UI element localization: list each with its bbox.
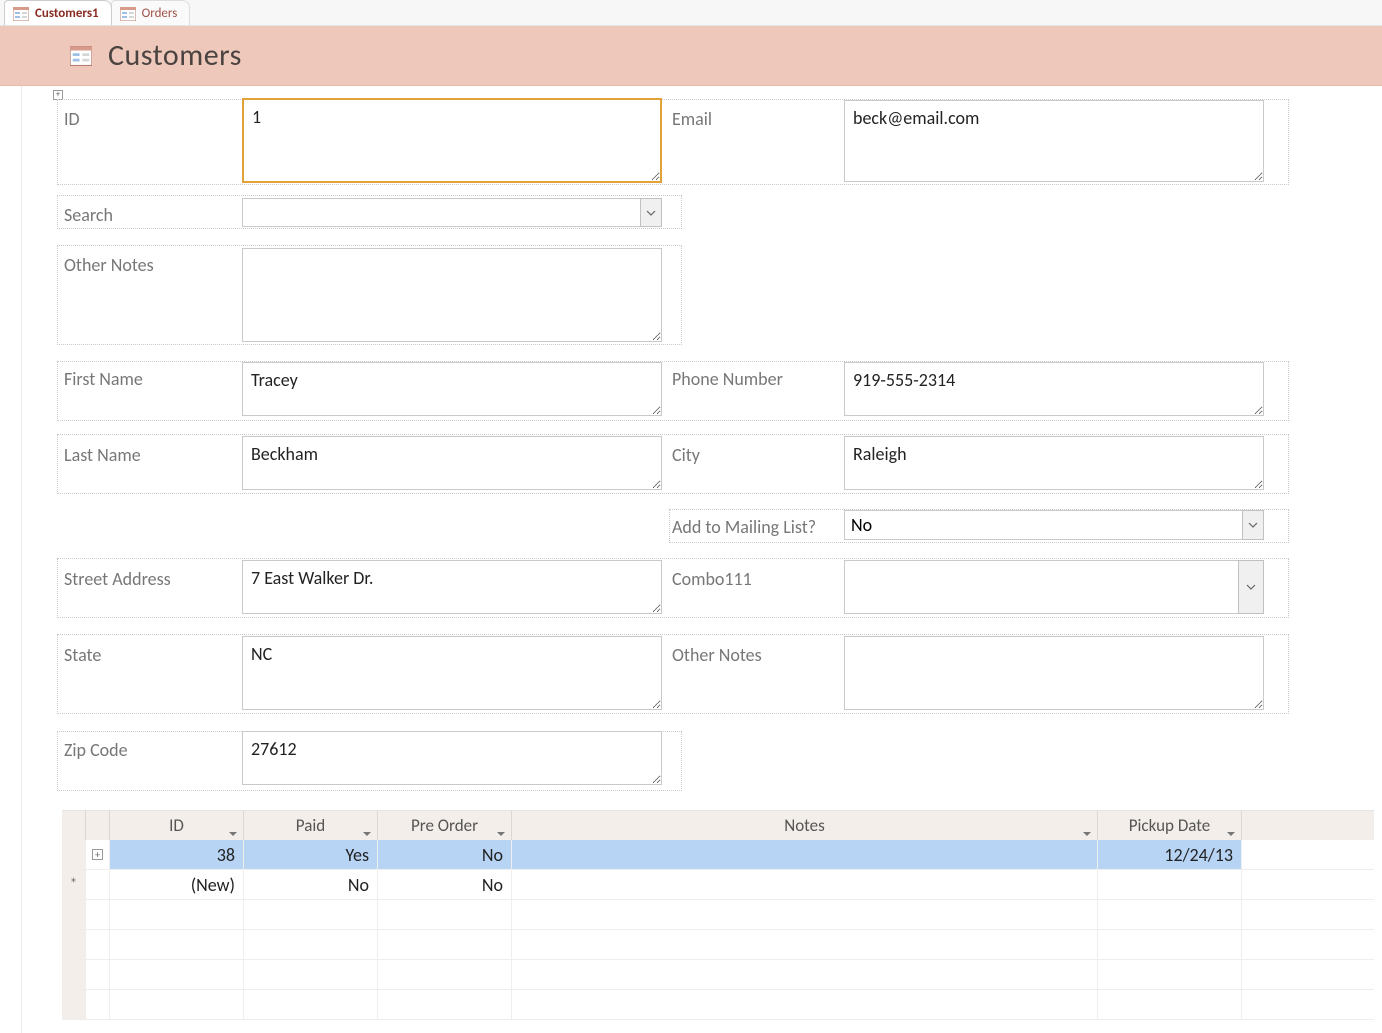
chevron-down-icon[interactable]: [363, 822, 371, 830]
chevron-down-icon[interactable]: [497, 822, 505, 830]
first-name-field[interactable]: [242, 362, 662, 416]
form-icon: [70, 46, 92, 66]
label-other-notes-1: Other Notes: [64, 254, 154, 276]
phone-field[interactable]: [844, 362, 1264, 416]
orders-subform: ID Paid Pre Order Notes Pickup Date + 38…: [62, 810, 1374, 1020]
tab-label: Customers1: [35, 6, 99, 21]
page-title: Customers: [108, 37, 242, 74]
select-all-cell[interactable]: [62, 811, 86, 840]
tab-orders[interactable]: Orders: [111, 0, 191, 25]
label-state: State: [64, 644, 101, 666]
search-input[interactable]: [242, 198, 640, 227]
mailing-combo[interactable]: [844, 510, 1264, 540]
dropdown-button[interactable]: [1238, 560, 1264, 614]
column-header-id[interactable]: ID: [110, 811, 244, 840]
label-phone: Phone Number: [672, 368, 783, 390]
label-email: Email: [672, 108, 712, 130]
row-selector[interactable]: [62, 840, 86, 869]
label-zip: Zip Code: [64, 739, 128, 761]
cell-paid[interactable]: No: [244, 870, 378, 899]
tab-bar: Customers1 Orders: [0, 0, 1382, 26]
tab-label: Orders: [142, 6, 178, 21]
column-header-pickup-date[interactable]: Pickup Date: [1098, 811, 1242, 840]
city-field[interactable]: [844, 436, 1264, 490]
form-icon: [13, 7, 29, 21]
table-row-empty: [62, 990, 1374, 1020]
label-first-name: First Name: [64, 368, 143, 390]
form-icon: [120, 7, 136, 21]
table-row-empty: [62, 960, 1374, 990]
table-row-empty: [62, 930, 1374, 960]
combo111[interactable]: [844, 560, 1264, 614]
chevron-down-icon[interactable]: [1227, 822, 1235, 830]
cell-id[interactable]: (New): [110, 870, 244, 899]
other-notes-field-1[interactable]: [242, 248, 662, 342]
cell-preorder[interactable]: No: [378, 870, 512, 899]
label-other-notes-2: Other Notes: [672, 644, 762, 666]
chevron-down-icon[interactable]: [229, 822, 237, 830]
label-combo111: Combo111: [672, 568, 752, 590]
label-mailing: Add to Mailing List?: [672, 516, 816, 538]
cell-notes[interactable]: [512, 840, 1098, 869]
label-last-name: Last Name: [64, 444, 141, 466]
dropdown-button[interactable]: [640, 198, 662, 227]
datasheet-header: ID Paid Pre Order Notes Pickup Date: [62, 811, 1374, 840]
cell-id[interactable]: 38: [110, 840, 244, 869]
column-header-preorder[interactable]: Pre Order: [378, 811, 512, 840]
cell-paid[interactable]: Yes: [244, 840, 378, 869]
expand-row-icon[interactable]: +: [92, 849, 103, 860]
dropdown-button[interactable]: [1242, 510, 1264, 540]
combo111-input[interactable]: [844, 560, 1238, 614]
expand-toggle[interactable]: +: [53, 90, 63, 100]
cell-pickup-date[interactable]: [1098, 870, 1242, 899]
tab-customers1[interactable]: Customers1: [4, 0, 112, 25]
zip-field[interactable]: [242, 731, 662, 785]
row-selector[interactable]: *: [62, 870, 86, 899]
label-city: City: [672, 444, 700, 466]
label-search: Search: [64, 204, 113, 226]
table-row[interactable]: + 38 Yes No 12/24/13: [62, 840, 1374, 870]
column-header-notes[interactable]: Notes: [512, 811, 1098, 840]
label-street: Street Address: [64, 568, 171, 590]
form-header: Customers: [0, 26, 1382, 86]
column-header-paid[interactable]: Paid: [244, 811, 378, 840]
cell-pickup-date[interactable]: 12/24/13: [1098, 840, 1242, 869]
id-field[interactable]: [242, 98, 662, 183]
label-id: ID: [64, 108, 80, 130]
cell-preorder[interactable]: No: [378, 840, 512, 869]
table-row-new[interactable]: * (New) No No: [62, 870, 1374, 900]
state-field[interactable]: [242, 636, 662, 710]
form-detail: + ID Search Other Notes First Name Last …: [24, 86, 1374, 1033]
last-name-field[interactable]: [242, 436, 662, 490]
street-field[interactable]: [242, 560, 662, 614]
table-row-empty: [62, 900, 1374, 930]
record-selector-gutter[interactable]: [0, 86, 22, 1033]
chevron-down-icon[interactable]: [1083, 822, 1091, 830]
mailing-input[interactable]: [844, 510, 1242, 540]
other-notes-field-2[interactable]: [844, 636, 1264, 710]
email-field[interactable]: [844, 100, 1264, 182]
search-combo[interactable]: [242, 198, 662, 227]
cell-notes[interactable]: [512, 870, 1098, 899]
